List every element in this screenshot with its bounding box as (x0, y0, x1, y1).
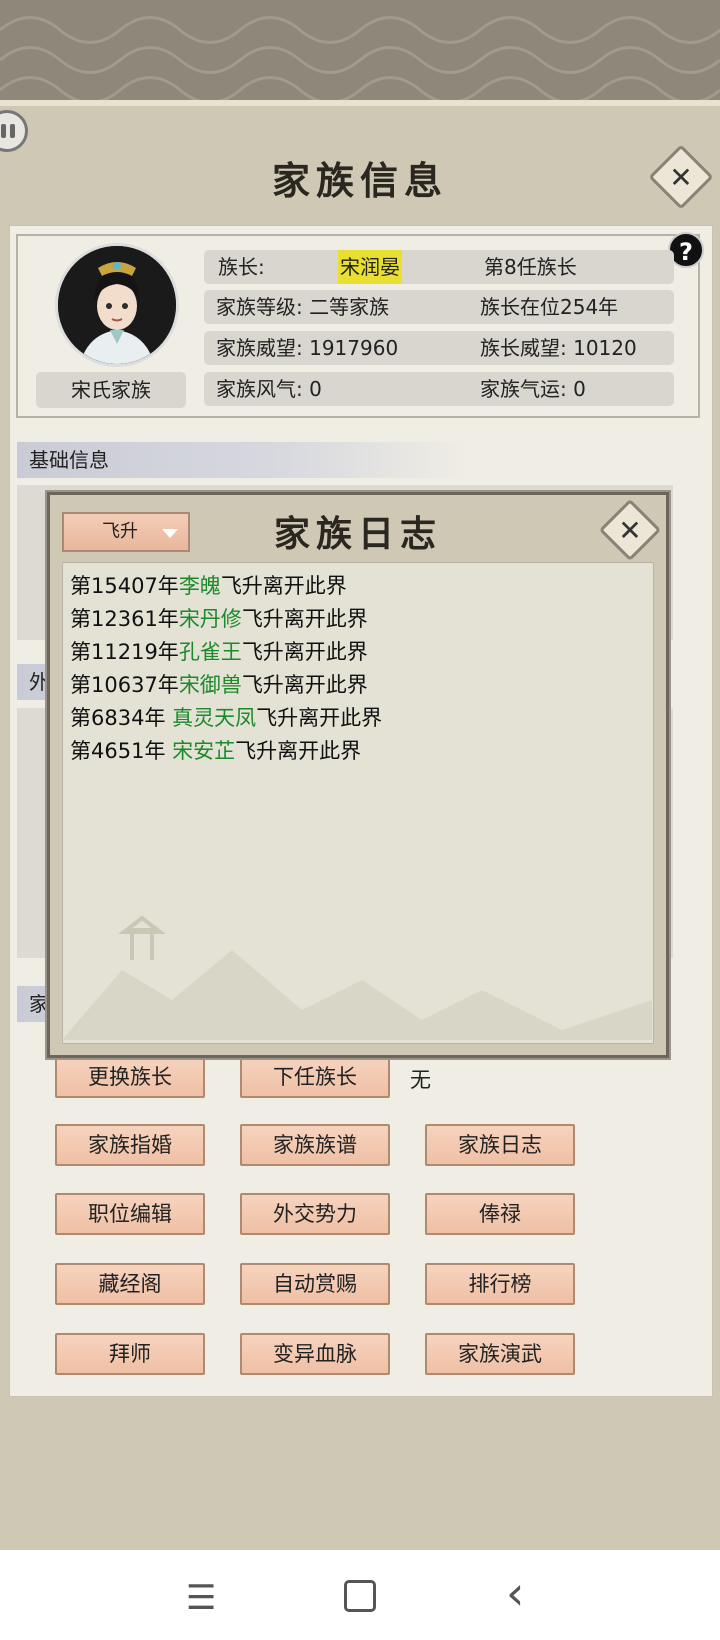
log-year: 第6834年 (70, 706, 173, 730)
position-edit-button[interactable]: 职位编辑 (55, 1193, 205, 1235)
change-leader-button[interactable]: 更换族长 (55, 1056, 205, 1098)
log-year: 第4651年 (70, 739, 173, 763)
mountain-scenery (62, 915, 652, 1040)
style-row: 家族风气: 0 家族气运: 0 (204, 372, 674, 406)
log-person-name[interactable]: 宋丹修 (179, 607, 242, 631)
clan-rank: 家族等级: 二等家族 (216, 295, 390, 319)
log-entry: 第12361年宋丹修飞升离开此界 (70, 603, 368, 635)
clan-style: 家族风气: 0 (216, 377, 322, 401)
clan-marriage-button[interactable]: 家族指婚 (55, 1124, 205, 1166)
leader-name[interactable]: 宋润晏 (338, 250, 402, 284)
chevron-down-icon (162, 529, 178, 538)
clan-genealogy-button[interactable]: 家族族谱 (240, 1124, 390, 1166)
log-entry: 第15407年李魄飞升离开此界 (70, 570, 347, 602)
back-icon[interactable]: ‹ (506, 1566, 524, 1620)
next-leader-value: 无 (410, 1068, 431, 1092)
leaderboard-button[interactable]: 排行榜 (425, 1263, 575, 1305)
section-basic-info: 基础信息 (17, 442, 467, 478)
log-entry: 第11219年孔雀王飞升离开此界 (70, 636, 368, 668)
scripture-pavilion-button[interactable]: 藏经阁 (55, 1263, 205, 1305)
page-title: 家族信息 (271, 158, 448, 203)
apprentice-button[interactable]: 拜师 (55, 1333, 205, 1375)
leader-avatar[interactable] (55, 243, 179, 367)
top-decorative-band (0, 0, 720, 100)
log-event: 飞升离开此界 (241, 607, 368, 631)
log-year: 第11219年 (70, 640, 179, 664)
frame-edge (0, 100, 720, 106)
clan-fortune: 家族气运: 0 (480, 377, 586, 401)
log-person-name[interactable]: 宋御兽 (179, 673, 242, 697)
log-entry: 第6834年 真灵天凤飞升离开此界 (70, 702, 382, 734)
auto-reward-button[interactable]: 自动赏赐 (240, 1263, 390, 1305)
mutant-bloodline-button[interactable]: 变异血脉 (240, 1333, 390, 1375)
clan-prestige: 家族威望: 1917960 (216, 336, 399, 360)
close-icon: ✕ (618, 513, 642, 547)
clan-name-plate: 宋氏家族 (36, 372, 186, 408)
log-year: 第15407年 (70, 574, 179, 598)
log-event: 飞升离开此界 (241, 673, 368, 697)
log-event: 飞升离开此界 (220, 574, 347, 598)
leader-tenure: 族长在位254年 (480, 295, 619, 319)
log-filter-value: 飞升 (102, 521, 138, 542)
leader-label: 族长: (218, 255, 265, 279)
prestige-row: 家族威望: 1917960 族长威望: 10120 (204, 331, 674, 365)
next-leader-button[interactable]: 下任族长 (240, 1056, 390, 1098)
log-year: 第10637年 (70, 673, 179, 697)
diplomacy-button[interactable]: 外交势力 (240, 1193, 390, 1235)
clan-martial-button[interactable]: 家族演武 (425, 1333, 575, 1375)
log-person-name[interactable]: 孔雀王 (179, 640, 242, 664)
log-event: 飞升离开此界 (235, 739, 362, 763)
home-icon[interactable] (344, 1580, 376, 1612)
close-icon: ✕ (669, 160, 693, 194)
menu-icon[interactable]: ☰ (186, 1578, 216, 1618)
clan-log-button[interactable]: 家族日志 (425, 1124, 575, 1166)
salary-button[interactable]: 俸禄 (425, 1193, 575, 1235)
rank-row: 家族等级: 二等家族 族长在位254年 (204, 290, 674, 324)
leader-generation: 第8任族长 (484, 255, 577, 279)
log-person-name[interactable]: 李魄 (179, 574, 221, 598)
log-event: 飞升离开此界 (256, 706, 383, 730)
log-person-name[interactable]: 真灵天凤 (172, 706, 256, 730)
log-person-name[interactable]: 宋安芷 (172, 739, 235, 763)
leader-prestige: 族长威望: 10120 (480, 336, 637, 360)
log-year: 第12361年 (70, 607, 179, 631)
leader-row: 族长: 宋润晏 第8任族长 (204, 250, 674, 284)
log-entry: 第4651年 宋安芷飞升离开此界 (70, 735, 361, 767)
log-event: 飞升离开此界 (241, 640, 368, 664)
log-filter-dropdown[interactable]: 飞升 (62, 512, 190, 552)
log-entry: 第10637年宋御兽飞升离开此界 (70, 669, 368, 701)
